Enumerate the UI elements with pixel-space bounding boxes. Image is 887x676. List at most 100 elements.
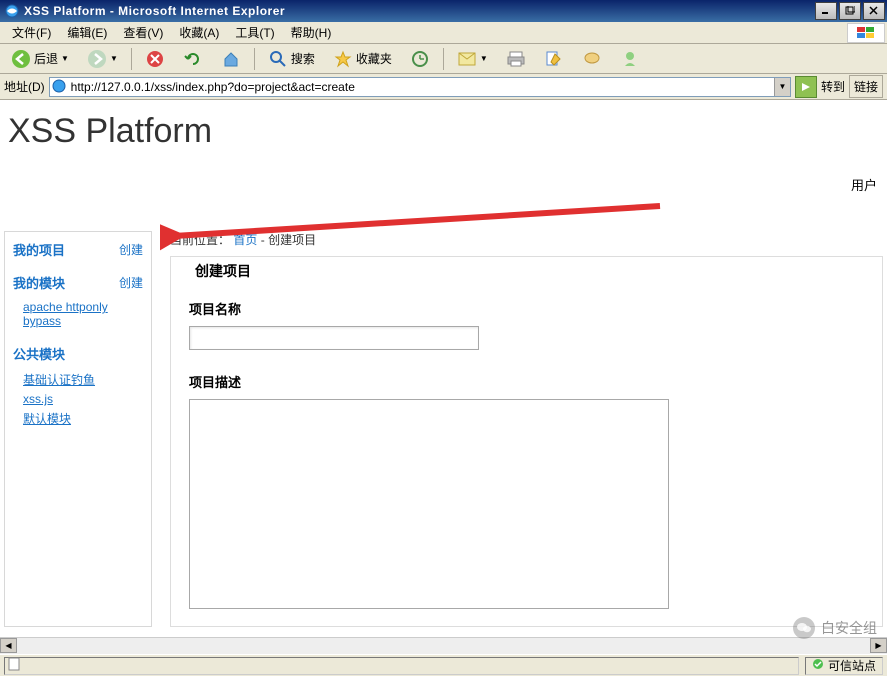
page-icon xyxy=(7,657,21,674)
maximize-button[interactable] xyxy=(839,2,861,20)
sidebar-create-project-link[interactable]: 创建 xyxy=(119,241,143,258)
menu-edit[interactable]: 编辑(E) xyxy=(59,22,115,43)
sidebar-section-projects: 我的项目 创建 xyxy=(13,240,143,259)
links-button[interactable]: 链接 xyxy=(849,75,883,98)
sidebar-link-apache-httponly-bypass[interactable]: apache httponly bypass xyxy=(13,298,143,330)
browser-viewport: XSS Platform 用户 我的项目 创建 我的模块 创建 xyxy=(0,100,887,637)
search-button[interactable]: 搜索 xyxy=(261,46,322,72)
home-button[interactable] xyxy=(214,46,248,72)
trusted-icon xyxy=(812,658,824,673)
mail-icon xyxy=(457,49,477,69)
separator xyxy=(254,48,255,70)
sidebar-section-my-modules: 我的模块 创建 apache httponly bypass xyxy=(13,273,143,330)
search-icon xyxy=(268,49,288,69)
breadcrumb-prefix: 当前位置： xyxy=(170,233,230,247)
menu-favorites[interactable]: 收藏(A) xyxy=(171,22,227,43)
menu-tools[interactable]: 工具(T) xyxy=(227,22,282,43)
address-dropdown-button[interactable]: ▼ xyxy=(774,78,790,96)
ie-throbber-icon xyxy=(847,23,885,43)
sidebar-link-basic-auth-phishing[interactable]: 基础认证钓鱼 xyxy=(13,369,143,390)
sidebar: 我的项目 创建 我的模块 创建 apache httponly bypass 公… xyxy=(4,231,152,627)
horizontal-scrollbar[interactable]: ◀ ▶ xyxy=(0,637,887,654)
window-titlebar: XSS Platform - Microsoft Internet Explor… xyxy=(0,0,887,22)
print-button[interactable] xyxy=(499,46,533,72)
sidebar-title-my-modules: 我的模块 xyxy=(13,273,65,292)
sidebar-link-xssjs[interactable]: xss.js xyxy=(13,390,143,408)
chevron-down-icon: ▼ xyxy=(480,54,488,63)
scroll-right-button[interactable]: ▶ xyxy=(870,638,887,653)
forward-icon xyxy=(87,49,107,69)
chevron-down-icon: ▼ xyxy=(110,54,118,63)
edit-icon xyxy=(544,49,564,69)
menu-file[interactable]: 文件(F) xyxy=(4,22,59,43)
breadcrumb-home[interactable]: 首页 xyxy=(233,233,257,247)
mail-button[interactable]: ▼ xyxy=(450,46,495,72)
forward-button[interactable]: ▼ xyxy=(80,46,125,72)
ie-icon xyxy=(4,3,20,19)
close-button[interactable] xyxy=(863,2,885,20)
address-bar: 地址(D) ▼ 转到 链接 xyxy=(0,74,887,100)
back-label: 后退 xyxy=(34,50,58,67)
breadcrumb: 当前位置： 首页 - 创建项目 xyxy=(170,231,883,248)
wechat-icon xyxy=(793,617,815,639)
go-button[interactable] xyxy=(795,76,817,98)
separator xyxy=(443,48,444,70)
minimize-button[interactable] xyxy=(815,2,837,20)
edit-button[interactable] xyxy=(537,46,571,72)
sidebar-link-default-module[interactable]: 默认模块 xyxy=(13,408,143,429)
project-desc-textarea[interactable] xyxy=(189,399,669,609)
breadcrumb-sep: - xyxy=(261,233,268,247)
project-name-label: 项目名称 xyxy=(189,299,864,318)
stop-icon xyxy=(145,49,165,69)
status-left xyxy=(4,657,799,675)
address-input[interactable] xyxy=(71,80,774,94)
history-icon xyxy=(410,49,430,69)
sidebar-title-public-modules: 公共模块 xyxy=(13,344,65,363)
toolbar: 后退 ▼ ▼ 搜索 收藏夹 xyxy=(0,44,887,74)
menu-bar: 文件(F) 编辑(E) 查看(V) 收藏(A) 工具(T) 帮助(H) xyxy=(0,22,887,44)
discuss-button[interactable] xyxy=(575,46,609,72)
favorites-label: 收藏夹 xyxy=(356,50,392,67)
user-label: 用户 xyxy=(851,175,877,194)
search-label: 搜索 xyxy=(291,50,315,67)
project-name-input[interactable] xyxy=(189,326,479,350)
separator xyxy=(131,48,132,70)
main-content: 当前位置： 首页 - 创建项目 创建项目 项目名称 项目描述 xyxy=(152,231,883,627)
sidebar-section-public-modules: 公共模块 基础认证钓鱼 xss.js 默认模块 xyxy=(13,344,143,429)
messenger-icon xyxy=(620,49,640,69)
scroll-track[interactable] xyxy=(17,638,870,654)
star-icon xyxy=(333,49,353,69)
watermark-text: 白安全组 xyxy=(821,618,877,638)
refresh-icon xyxy=(183,49,203,69)
menu-view[interactable]: 查看(V) xyxy=(115,22,171,43)
messenger-button[interactable] xyxy=(613,46,647,72)
window-title: XSS Platform - Microsoft Internet Explor… xyxy=(24,4,815,18)
sidebar-create-module-link[interactable]: 创建 xyxy=(119,274,143,291)
page-title: XSS Platform xyxy=(0,100,887,171)
address-input-wrap[interactable]: ▼ xyxy=(49,77,791,97)
go-label: 转到 xyxy=(821,78,845,95)
history-button[interactable] xyxy=(403,46,437,72)
address-label: 地址(D) xyxy=(4,78,45,95)
refresh-button[interactable] xyxy=(176,46,210,72)
back-icon xyxy=(11,49,31,69)
favorites-button[interactable]: 收藏夹 xyxy=(326,46,399,72)
watermark: 白安全组 xyxy=(793,617,877,639)
scroll-left-button[interactable]: ◀ xyxy=(0,638,17,653)
home-icon xyxy=(221,49,241,69)
print-icon xyxy=(506,49,526,69)
create-project-form: 创建项目 项目名称 项目描述 xyxy=(170,256,883,627)
project-desc-label: 项目描述 xyxy=(189,372,864,391)
discuss-icon xyxy=(582,49,602,69)
form-legend: 创建项目 xyxy=(189,261,257,281)
back-button[interactable]: 后退 ▼ xyxy=(4,46,76,72)
status-trusted-label: 可信站点 xyxy=(828,657,876,674)
status-bar: 可信站点 xyxy=(0,654,887,676)
menu-help[interactable]: 帮助(H) xyxy=(283,22,340,43)
chevron-down-icon: ▼ xyxy=(61,54,69,63)
stop-button[interactable] xyxy=(138,46,172,72)
breadcrumb-current: 创建项目 xyxy=(268,233,316,247)
sidebar-title-projects: 我的项目 xyxy=(13,240,65,259)
status-trusted: 可信站点 xyxy=(805,657,883,675)
page-icon xyxy=(52,79,68,95)
